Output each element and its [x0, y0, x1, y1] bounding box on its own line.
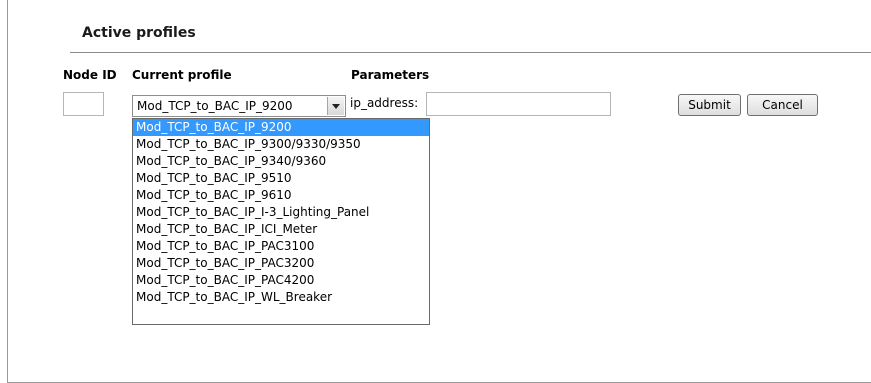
chevron-down-icon[interactable]: [327, 97, 344, 115]
node-id-input[interactable]: [63, 92, 104, 116]
column-header-parameters: Parameters: [351, 68, 430, 82]
cancel-button[interactable]: Cancel: [747, 94, 818, 116]
submit-button[interactable]: Submit: [678, 94, 741, 116]
profile-option[interactable]: Mod_TCP_to_BAC_IP_9340/9360: [133, 153, 429, 170]
profile-option[interactable]: Mod_TCP_to_BAC_IP_I-3_Lighting_Panel: [133, 204, 429, 221]
profile-select[interactable]: Mod_TCP_to_BAC_IP_9200: [132, 95, 346, 117]
profile-option[interactable]: Mod_TCP_to_BAC_IP_ICI_Meter: [133, 221, 429, 238]
section-title: Active profiles: [82, 25, 196, 41]
profile-option[interactable]: Mod_TCP_to_BAC_IP_9200: [133, 119, 429, 136]
profile-option[interactable]: Mod_TCP_to_BAC_IP_PAC3200: [133, 255, 429, 272]
ip-address-input[interactable]: [426, 92, 611, 116]
profile-option[interactable]: Mod_TCP_to_BAC_IP_9510: [133, 170, 429, 187]
column-header-node-id: Node ID: [63, 68, 117, 82]
column-header-current-profile: Current profile: [132, 68, 232, 82]
profile-select-value: Mod_TCP_to_BAC_IP_9200: [137, 99, 293, 113]
profile-option[interactable]: Mod_TCP_to_BAC_IP_9610: [133, 187, 429, 204]
profile-dropdown-list: Mod_TCP_to_BAC_IP_9200 Mod_TCP_to_BAC_IP…: [132, 118, 430, 325]
profile-option[interactable]: Mod_TCP_to_BAC_IP_WL_Breaker: [133, 289, 429, 306]
profile-option[interactable]: Mod_TCP_to_BAC_IP_9300/9330/9350: [133, 136, 429, 153]
profile-option[interactable]: Mod_TCP_to_BAC_IP_PAC4200: [133, 272, 429, 289]
title-divider: [70, 52, 871, 53]
ip-address-label: ip_address:: [350, 96, 419, 110]
profile-option[interactable]: Mod_TCP_to_BAC_IP_PAC3100: [133, 238, 429, 255]
